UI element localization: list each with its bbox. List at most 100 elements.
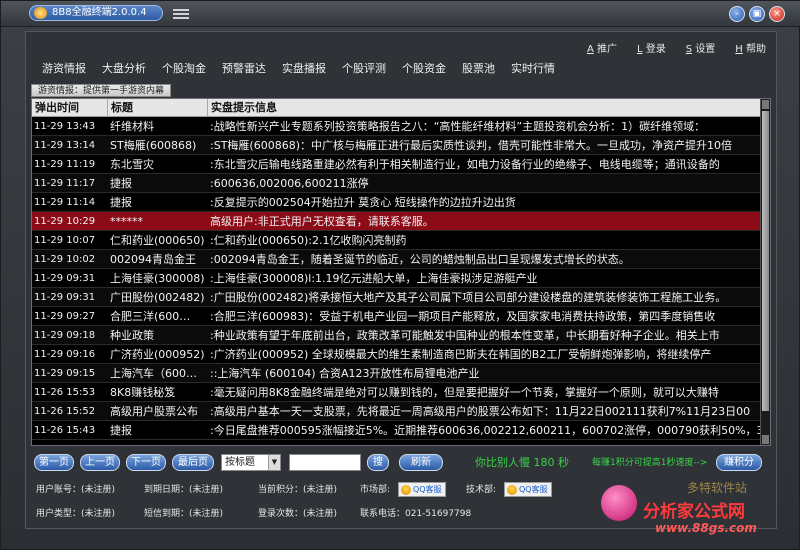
top-links: A 推广 L 登录 S 设置 H 帮助 xyxy=(587,40,766,55)
last-page-button[interactable]: 最后页 xyxy=(172,454,214,471)
close-button[interactable]: × xyxy=(769,6,785,22)
row-title: ****** xyxy=(110,215,143,228)
app-title: 8B8全融终端2.0.0.4 xyxy=(52,7,147,18)
table-row[interactable]: 11-26 15:43 捷报:今日尾盘推荐000595涨幅接近5%。近期推荐600… xyxy=(32,421,761,440)
nav-item-stock-picks[interactable]: 个股淘金 xyxy=(154,61,214,77)
row-info: :东北雪灾后输电线路重建必然有利于相关制造行业，如电力设备行业的绝缘子、电线电缆… xyxy=(210,158,720,171)
row-info: :002094青岛金王，随着圣诞节的临近，公司的蜡烛制品出口呈现爆发式增长的状态… xyxy=(210,253,630,266)
row-time: 11-26 15:53 xyxy=(34,387,96,398)
table-row[interactable]: 11-29 09:16 广济药业(000952):广济药业(000952) 全球规… xyxy=(32,345,761,364)
row-info: :广田股份(002482)将承接恒大地产及其子公司属下项目公司部分建设楼盘的建筑… xyxy=(210,291,727,304)
table-row[interactable]: 11-29 09:31 广田股份(002482):广田股份(002482)将承接恒… xyxy=(32,288,761,307)
scroll-up-icon[interactable] xyxy=(762,100,769,109)
settings-link[interactable]: S 设置 xyxy=(686,40,716,55)
qq-icon xyxy=(507,485,517,495)
phone-label: 联系电话：021-51697798 xyxy=(360,509,472,519)
table-row[interactable]: 11-26 15:53 8K8赚钱秘笈 :毫无疑问用8K8金融终端是绝对可以赚到钱的… xyxy=(32,383,761,402)
table-row[interactable]: 11-29 11:14 捷报 :反复提示的002504开始拉升 莫贪心 短线操作的边… xyxy=(32,193,761,212)
first-page-button[interactable]: 第一页 xyxy=(34,454,74,471)
scrollbar-thumb[interactable] xyxy=(762,111,769,411)
login-link[interactable]: L 登录 xyxy=(637,40,666,55)
row-title: ST梅雁(600868) xyxy=(110,139,197,152)
column-header-title[interactable]: 标题 xyxy=(108,99,208,117)
row-info: :600636,002006,600211涨停 xyxy=(210,177,369,190)
next-page-button[interactable]: 下一页 xyxy=(126,454,166,471)
nav-item-market-analysis[interactable]: 大盘分析 xyxy=(94,61,154,77)
expire-label: 到期日期：(未注册) xyxy=(144,485,224,495)
row-info: :高级用户基本一天一支股票，先将最近一周高级用户的股票公布如下：11月22日00… xyxy=(210,405,751,418)
earn-points-button[interactable]: 赚积分 xyxy=(716,454,762,471)
main-nav: 游资情报 大盘分析 个股淘金 预警雷达 实盘播报 个股评测 个股资金 股票池 实… xyxy=(34,61,563,77)
table-row[interactable]: 11-29 09:31 上海佳豪(300008):上海佳豪(300008)l:1.… xyxy=(32,269,761,288)
row-info: :广济药业(000952) 全球规模最大的维生素制造商巴斯夫在韩国的B2工厂受朝… xyxy=(210,348,712,361)
table-row[interactable]: 11-29 10:07 仁和药业(000650):仁和药业(000650):2.1… xyxy=(32,231,761,250)
restore-button[interactable]: ▣ xyxy=(749,6,765,22)
column-header-info[interactable]: 实盘提示信息 xyxy=(208,99,761,117)
row-info: :合肥三洋(600983)：受益于机电产业园一期项目产能释放，及国家家电消费扶持… xyxy=(210,310,716,323)
nav-item-stock-pool[interactable]: 股票池 xyxy=(454,61,503,77)
nav-item-alert-radar[interactable]: 预警雷达 xyxy=(214,61,274,77)
search-button[interactable]: 搜 xyxy=(367,454,389,471)
pager-bar: 第一页 上一页 下一页 最后页 按标题 ▼ 搜 刷新 你比别人慢 180 秒 每… xyxy=(34,453,774,473)
row-title: 捷报 xyxy=(110,196,132,209)
row-info: :毫无疑问用8K8金融终端是绝对可以赚到钱的，但是要把握好一个节奏，掌握好一个原… xyxy=(210,386,719,399)
market-qq-button[interactable]: QQ客服 xyxy=(398,482,446,497)
tech-dept-label: 技术部: xyxy=(466,485,497,495)
nav-item-stock-review[interactable]: 个股评测 xyxy=(334,61,394,77)
table-row[interactable]: 11-26 15:52 高级用户股票公布:高级用户基本一天一支股票，先将最近一周高… xyxy=(32,402,761,421)
points-label: 当前积分：(未注册) xyxy=(258,485,338,495)
chevron-down-icon[interactable]: ▼ xyxy=(268,455,280,470)
row-time: 11-29 13:43 xyxy=(34,121,96,132)
table-row[interactable]: 11-29 11:17 捷报:600636,002006,600211涨停 xyxy=(32,174,761,193)
promote-link[interactable]: A 推广 xyxy=(587,40,617,55)
scroll-down-icon[interactable] xyxy=(762,435,769,444)
breadcrumb: 游资情报：提供第一手游资内幕 xyxy=(31,84,172,97)
column-header-time[interactable]: 弹出时间 xyxy=(32,99,108,117)
row-title: 捷报 xyxy=(110,424,132,437)
table-row[interactable]: 11-29 10:29 ****** 高级用户:非正式用户无权查看，请联系客服。 xyxy=(32,212,761,231)
row-info: :战略性新兴产业专题系列投资策略报告之八：“高性能纤维材料”主题投资机会分析：1… xyxy=(210,120,706,133)
row-time: 11-29 09:31 xyxy=(34,273,96,284)
refresh-button[interactable]: 刷新 xyxy=(399,454,443,471)
row-time: 11-29 10:29 xyxy=(34,216,96,227)
help-link[interactable]: H 帮助 xyxy=(735,40,766,55)
menu-icon[interactable] xyxy=(173,9,189,19)
row-title: 捷报 xyxy=(110,177,132,190)
row-time: 11-29 11:19 xyxy=(34,159,96,170)
table-row[interactable]: 11-29 09:15 上海汽车（600…::上海汽车 (600104) 合资A1… xyxy=(32,364,761,383)
table-row[interactable]: 11-29 11:19 东北雪灾:东北雪灾后输电线路重建必然有利于相关制造行业，如… xyxy=(32,155,761,174)
table-row[interactable]: 11-29 13:43 纤维材料 :战略性新兴产业专题系列投资策略报告之八：“高性能… xyxy=(32,117,761,136)
row-info: :反复提示的002504开始拉升 莫贪心 短线操作的边拉升边出货 xyxy=(210,196,516,209)
prev-page-button[interactable]: 上一页 xyxy=(80,454,120,471)
row-time: 11-29 10:02 xyxy=(34,254,96,265)
table-row[interactable]: 11-29 13:14 ST梅雁(600868):ST梅雁(600868)：中广核… xyxy=(32,136,761,155)
search-input[interactable] xyxy=(289,454,361,471)
row-info: :上海佳豪(300008)l:1.19亿元进船大单，上海佳豪拟涉足游艇产业 xyxy=(210,272,538,285)
sort-select[interactable]: 按标题 ▼ xyxy=(221,454,281,471)
row-time: 11-29 11:14 xyxy=(34,197,96,208)
vertical-scrollbar[interactable] xyxy=(760,99,770,445)
tech-qq-button[interactable]: QQ客服 xyxy=(504,482,552,497)
table-row[interactable]: 11-29 09:18 种业政策:种业政策有望于年底前出台，政策改革可能触发中国种… xyxy=(32,326,761,345)
market-dept-label: 市场部: xyxy=(360,485,391,495)
row-time: 11-29 09:16 xyxy=(34,349,96,360)
row-time: 11-29 13:14 xyxy=(34,140,96,151)
nav-item-stock-funds[interactable]: 个股资金 xyxy=(394,61,454,77)
speed-tip-link[interactable]: 每赚1积分可提高1秒速度--> xyxy=(592,456,708,470)
nav-item-realtime-quotes[interactable]: 实时行情 xyxy=(503,61,563,77)
row-title: 纤维材料 xyxy=(110,120,154,133)
row-time: 11-29 09:27 xyxy=(34,311,96,322)
nav-item-hot-money[interactable]: 游资情报 xyxy=(34,61,94,77)
row-title: 8K8赚钱秘笈 xyxy=(110,386,176,399)
table-row[interactable]: 11-29 10:02 002094青岛金王:002094青岛金王，随着圣诞节的临… xyxy=(32,250,761,269)
table-row[interactable]: 11-29 09:27 合肥三洋(600…:合肥三洋(600983)：受益于机电产… xyxy=(32,307,761,326)
watermark: 多特软件站 分析家公式网 www.88gs.com xyxy=(597,477,797,547)
account-label: 用户账号：(未注册) xyxy=(36,485,116,495)
minimize-button[interactable]: - xyxy=(729,6,745,22)
row-title: 高级用户股票公布 xyxy=(110,405,198,418)
watermark-url: www.88gs.com xyxy=(655,521,757,535)
watermark-faint-text: 多特软件站 xyxy=(687,481,748,495)
nav-item-live-broadcast[interactable]: 实盘播报 xyxy=(274,61,334,77)
row-info: 高级用户:非正式用户无权查看，请联系客服。 xyxy=(210,215,434,228)
login-count-label: 登录次数：(未注册) xyxy=(258,509,338,519)
